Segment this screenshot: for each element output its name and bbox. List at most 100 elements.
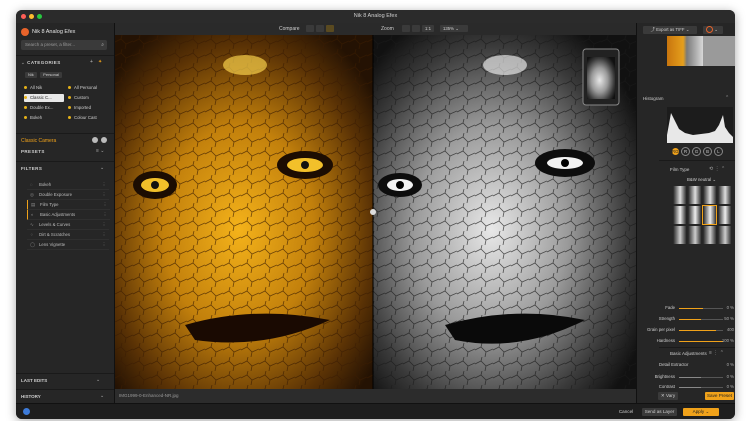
film-swatch[interactable] <box>673 206 686 224</box>
help-icon[interactable] <box>23 408 30 415</box>
split-handle[interactable] <box>388 210 394 218</box>
film-swatch[interactable] <box>688 206 701 224</box>
apply-button[interactable]: Apply ⌄ <box>683 408 719 416</box>
add-category-icon[interactable]: + <box>90 59 93 65</box>
search-placeholder: Search a preset, a filter... <box>25 42 76 47</box>
title-bar: Nik 8 Analog Efex <box>16 10 735 24</box>
zoom-fill-icon[interactable] <box>412 25 420 32</box>
filter-item-bokeh[interactable]: ◌ Bokeh ⋮ <box>27 180 109 190</box>
detail-extractor-value: 0 % <box>726 362 734 367</box>
film-swatch[interactable] <box>718 186 731 204</box>
favorite-star-icon[interactable]: ✦ <box>98 59 102 65</box>
detail-extractor-label[interactable]: Detail Extractor <box>659 362 688 367</box>
film-swatch[interactable] <box>673 186 686 204</box>
film-swatch[interactable] <box>703 226 716 244</box>
send-as-layer-button[interactable]: Send as Layer <box>642 408 677 416</box>
film-swatch[interactable] <box>688 186 701 204</box>
last-edits-chevron-icon[interactable]: ⌄ <box>96 377 100 383</box>
active-preset-name: Classic Camera <box>21 138 57 144</box>
double-exposure-icon: ◎ <box>30 192 34 197</box>
brightness-slider[interactable]: Brightness 0 % <box>637 373 735 381</box>
histogram-graph <box>667 107 733 143</box>
channel-g[interactable]: G <box>692 147 701 156</box>
channel-r[interactable]: R <box>681 147 690 156</box>
last-edits-header[interactable]: LAST EDITS <box>21 378 47 383</box>
film-swatch-selected[interactable] <box>702 205 717 225</box>
history-chevron-icon[interactable]: ⌄ <box>100 393 104 399</box>
save-preset-button[interactable]: Save Preset <box>705 392 734 400</box>
film-type-header[interactable]: Film Type <box>670 167 689 172</box>
filters-header[interactable]: FILTERS <box>21 166 42 171</box>
basic-adjustments-header[interactable]: Basic Adjustments <box>670 351 707 356</box>
strength-slider[interactable]: Strength 50 % <box>637 315 735 323</box>
image-preview[interactable] <box>115 35 636 389</box>
preview-toolbar: Compare Zoom 1:1 135% ⌄ <box>115 23 636 35</box>
fade-slider[interactable]: Fade 0 % <box>637 304 735 312</box>
film-swatch[interactable] <box>718 206 731 224</box>
film-swatch[interactable] <box>703 186 716 204</box>
compare-single-button[interactable] <box>306 25 314 32</box>
film-swatch-grid <box>673 186 731 258</box>
film-type-tools-icon[interactable]: ⟲ ⋮ ⌃ <box>709 166 725 172</box>
tab-nik[interactable]: Nik <box>25 72 37 78</box>
export-button[interactable]: ⤴ Export as TIFF ⌄ <box>643 26 697 34</box>
search-icon: ⌕ <box>101 42 104 48</box>
grain-per-pixel-slider[interactable]: Grain per pixel 400 <box>637 326 735 334</box>
filename-label: IMG1999-0-Enhanced-NR.jpg <box>119 393 179 398</box>
filter-item-double-exposure[interactable]: ◎ Double Exposure ⋮ <box>27 190 109 200</box>
channel-b[interactable]: B <box>703 147 712 156</box>
zoom-level-select[interactable]: 135% ⌄ <box>440 25 468 32</box>
filter-item-levels-curves[interactable]: ∿ Levels & Curves ⋮ <box>27 220 109 230</box>
film-type-select[interactable]: B&W neutral ⌄ <box>687 177 716 183</box>
status-bar: IMG1999-0-Enhanced-NR.jpg <box>115 389 636 403</box>
channel-rgb[interactable]: RGB <box>672 148 681 155</box>
category-all-nik[interactable]: All Nik <box>24 84 64 92</box>
filter-item-lens-vignette[interactable]: ◯ Lens Vignette ⋮ <box>27 240 109 250</box>
filters-collapse-icon[interactable]: ⌄ <box>100 165 104 171</box>
hardness-slider[interactable]: Hardness 100 % <box>637 337 735 345</box>
category-classic-camera[interactable]: Classic C... <box>24 94 64 102</box>
preset-actions: ✕ Vary Save Preset <box>658 390 735 403</box>
film-swatch[interactable] <box>688 226 701 244</box>
category-imported[interactable]: Imported <box>68 104 108 112</box>
tab-personal[interactable]: Personal <box>40 72 62 78</box>
history-header[interactable]: HISTORY <box>21 394 41 399</box>
search-input[interactable]: Search a preset, a filter... ⌕ <box>21 40 107 50</box>
category-double-exposure[interactable]: Double Ex... <box>24 104 64 112</box>
basic-adjustments-tools-icon[interactable]: ≡ ⋮ ⌃ <box>709 350 724 356</box>
zoom-fit-icon[interactable] <box>402 25 410 32</box>
filter-item-film-type[interactable]: ▤ Film Type ⋮ <box>27 200 110 210</box>
film-swatch[interactable] <box>718 226 731 244</box>
compare-side-by-side-button[interactable] <box>316 25 324 32</box>
loupe-preview <box>667 36 703 66</box>
zoom-label: Zoom <box>381 26 394 32</box>
zoom-1to1-button[interactable]: 1:1 <box>422 25 434 32</box>
app-window: Nik 8 Analog Efex Nik 8 Analog Efex Sear… <box>16 10 735 419</box>
category-bokeh[interactable]: Bokeh <box>24 114 64 122</box>
category-custom[interactable]: Custom <box>68 94 108 102</box>
filter-item-dirt-scratches[interactable]: ⁘ Dirt & Scratches ⋮ <box>27 230 109 240</box>
category-all-personal[interactable]: All Personal <box>68 84 108 92</box>
histogram-header[interactable]: Histogram <box>643 96 664 101</box>
histogram-channels: RGB R G B L <box>672 147 723 156</box>
categories-header[interactable]: ⌄ CATEGORIES <box>21 60 61 66</box>
presets-header[interactable]: PRESETS <box>21 149 45 154</box>
add-preset-icon[interactable] <box>92 137 98 143</box>
histogram-collapse-icon[interactable]: ⌃ <box>725 95 729 101</box>
presets-menu-icon[interactable]: ≡ ⌄ <box>96 148 105 154</box>
vary-button[interactable]: ✕ Vary <box>658 392 678 400</box>
chevron-down-icon: ⌄ <box>21 60 26 65</box>
compare-split-button[interactable] <box>326 25 334 32</box>
channel-l[interactable]: L <box>714 147 723 156</box>
category-colour-cast[interactable]: Colour Cast <box>68 114 108 122</box>
bottom-bar: Cancel Send as Layer Apply ⌄ <box>16 403 735 419</box>
category-tabs: Nik Personal <box>25 72 64 78</box>
loupe-toggle-button[interactable]: ⌄ <box>703 26 723 34</box>
preset-options-icon[interactable] <box>101 137 107 143</box>
filter-item-basic-adjustments[interactable]: ◐ Basic Adjustments ⋮ <box>27 210 110 220</box>
film-icon: ▤ <box>31 202 36 207</box>
navigator-thumbnail[interactable] <box>601 43 637 99</box>
cancel-button[interactable]: Cancel <box>616 408 636 416</box>
adjust-icon: ◐ <box>31 212 34 217</box>
film-swatch[interactable] <box>673 226 686 244</box>
